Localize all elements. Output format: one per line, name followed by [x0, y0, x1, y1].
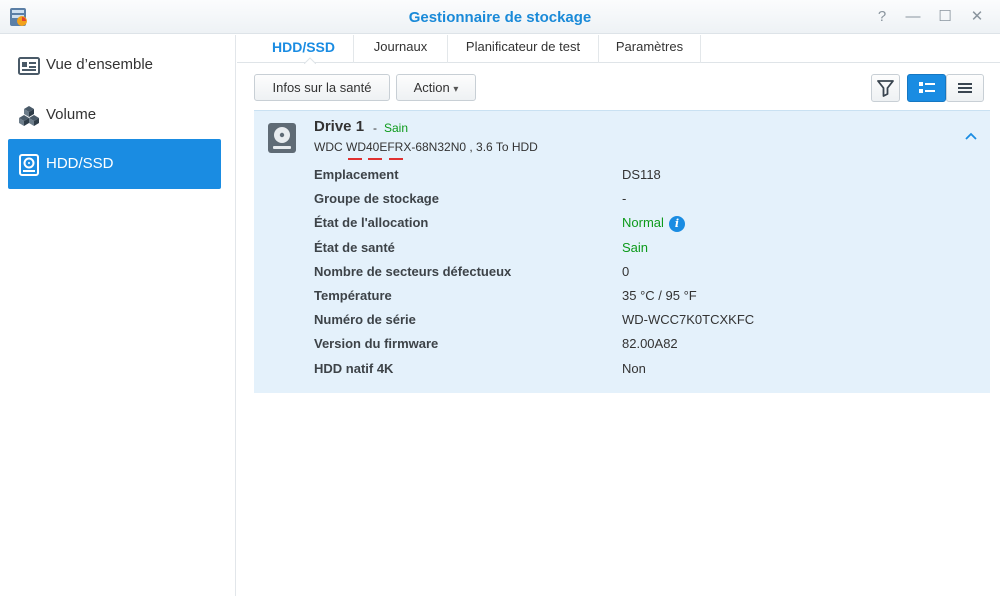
sidebar-item-label: Vue d’ensemble: [46, 56, 154, 73]
detail-label: Groupe de stockage: [314, 191, 439, 206]
detail-value: 35 °C / 95 °F: [622, 288, 697, 303]
health-status-value: Sain: [622, 240, 649, 255]
detail-label: Emplacement: [314, 167, 399, 182]
spellcheck-underline: [368, 158, 382, 160]
sidebar: Vue d’ensemble Volume HDD/SSD: [0, 35, 236, 596]
tab-bar: HDD/SSD Journaux Planificateur de test P…: [237, 35, 1000, 63]
detail-value: -: [622, 191, 627, 206]
volume-cubes-icon: [19, 106, 39, 126]
detail-value: 0: [622, 264, 630, 279]
chevron-down-icon: ▾: [453, 84, 459, 95]
drive-status-separator: -: [373, 121, 377, 135]
window-title: Gestionnaire de stockage: [408, 9, 592, 26]
info-icon[interactable]: i: [669, 216, 685, 232]
action-menu-label: Action: [413, 80, 450, 95]
detail-label: Version du firmware: [314, 336, 439, 351]
spellcheck-underline: [348, 158, 362, 160]
drive-detail-panel: Drive 1 - Sain WDC WD40EFRX-68N32N0 , 3.…: [254, 110, 990, 393]
list-detail-icon: [919, 82, 935, 93]
sidebar-item-label: Volume: [46, 106, 97, 123]
allocation-status-value: Normal: [622, 215, 664, 230]
drive-status-badge: Sain: [384, 121, 409, 135]
drive-name: Drive 1: [314, 118, 365, 135]
detail-label: État de santé: [314, 240, 395, 255]
detail-value: Non: [622, 361, 646, 376]
detail-label: Numéro de série: [314, 312, 416, 327]
detail-value: WD-WCC7K0TCXKFC: [622, 312, 755, 327]
sidebar-item-volume[interactable]: Volume: [8, 90, 221, 140]
minimize-button[interactable]: —: [904, 8, 922, 26]
hdd-icon: [19, 154, 39, 176]
chevron-up-icon[interactable]: [963, 130, 979, 142]
maximize-button[interactable]: ☐: [936, 8, 954, 26]
active-tab-indicator: [304, 57, 316, 64]
tab-settings[interactable]: Paramètres: [599, 35, 701, 63]
hamburger-list-icon: [958, 83, 972, 93]
detail-value: 82.00A82: [622, 336, 678, 351]
help-button[interactable]: ?: [873, 8, 891, 26]
health-info-button[interactable]: Infos sur la santé: [254, 74, 390, 101]
title-bar: Gestionnaire de stockage ? — ☐ ✕: [0, 0, 1000, 34]
detail-label: Température: [314, 288, 392, 303]
filter-icon: [877, 80, 894, 97]
detail-value: DS118: [622, 167, 661, 182]
detail-label: HDD natif 4K: [314, 361, 394, 376]
spellcheck-underline: [389, 158, 403, 160]
action-menu-button[interactable]: Action ▾: [396, 74, 476, 101]
sidebar-item-overview[interactable]: Vue d’ensemble: [8, 40, 221, 90]
list-view-button[interactable]: [946, 74, 984, 102]
sidebar-item-label: HDD/SSD: [46, 155, 114, 172]
detail-view-button[interactable]: [907, 74, 946, 102]
close-button[interactable]: ✕: [968, 8, 986, 26]
detail-label: Nombre de secteurs défectueux: [314, 264, 512, 279]
hard-drive-icon: [268, 123, 296, 153]
detail-label: État de l'allocation: [314, 215, 429, 230]
tab-test-scheduler[interactable]: Planificateur de test: [448, 35, 599, 63]
tab-logs[interactable]: Journaux: [354, 35, 448, 63]
overview-icon: [18, 57, 40, 75]
drive-model: WDC WD40EFRX-68N32N0 , 3.6 To HDD: [314, 140, 538, 154]
sidebar-item-hdd-ssd[interactable]: HDD/SSD: [8, 139, 221, 189]
filter-button[interactable]: [871, 74, 900, 102]
